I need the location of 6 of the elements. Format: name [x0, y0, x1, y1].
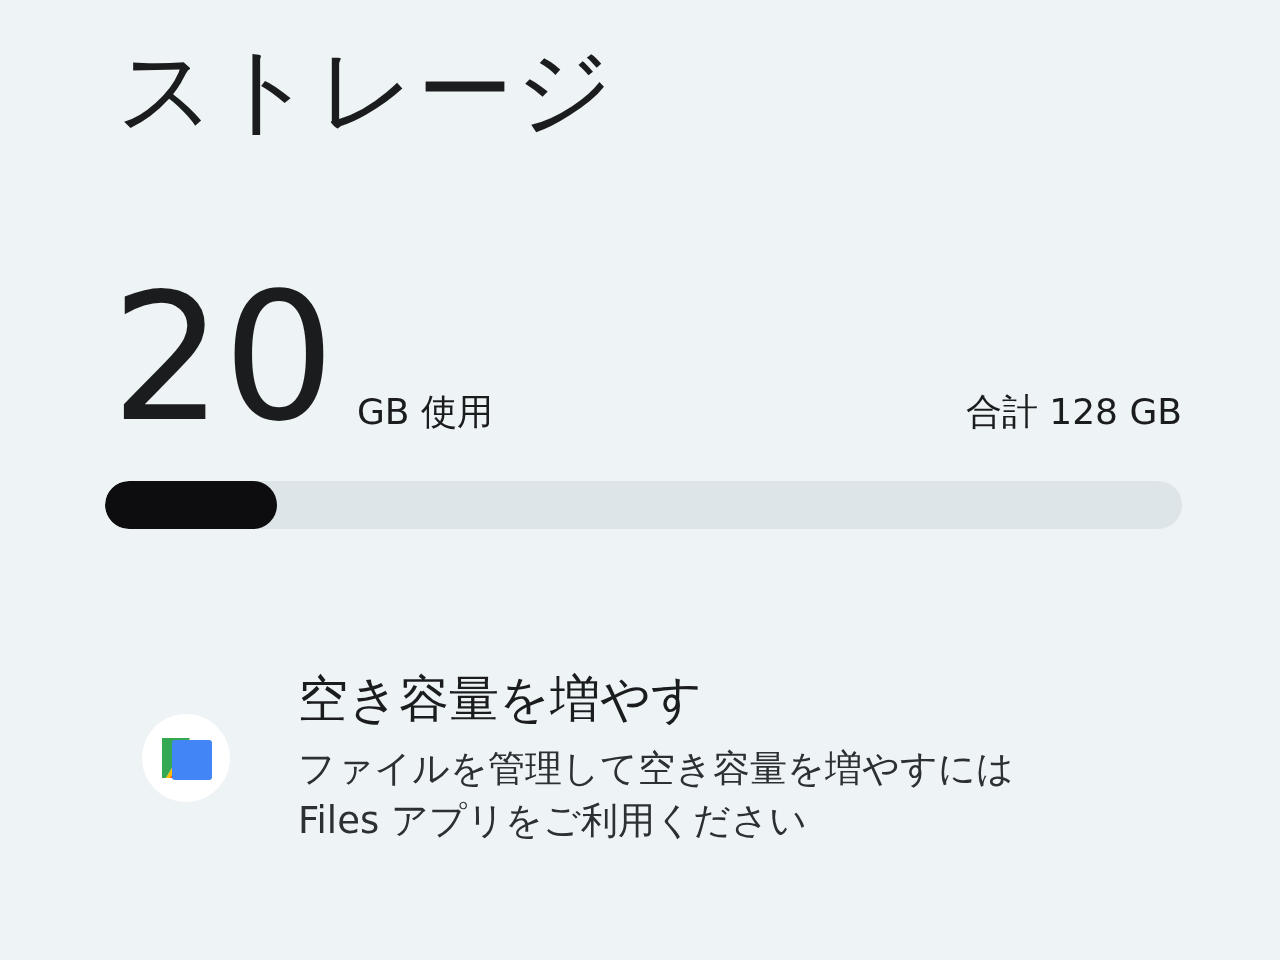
- total-capacity: 合計 128 GB: [965, 390, 1182, 435]
- suggestion-description: ファイルを管理して空き容量を増やすには Files アプリをご利用ください: [298, 746, 1014, 844]
- used-unit: GB 使用: [356, 390, 493, 435]
- used-amount: 20: [111, 283, 335, 434]
- suggestion-title[interactable]: 空き容量を増やす: [298, 669, 1014, 730]
- page-title: ストレージ: [117, 38, 616, 144]
